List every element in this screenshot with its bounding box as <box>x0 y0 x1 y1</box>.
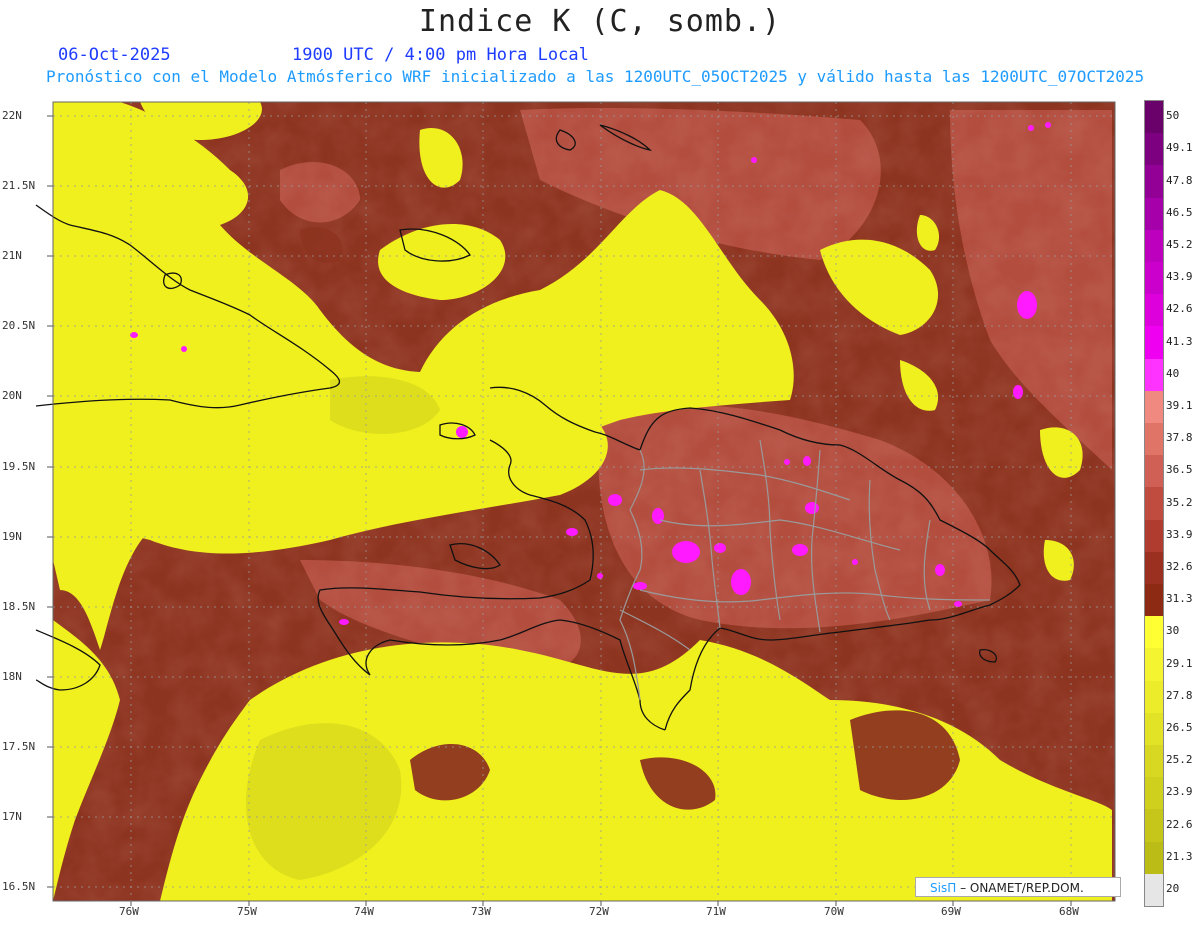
legend-swatch <box>1145 133 1163 166</box>
legend-swatch <box>1145 101 1163 134</box>
lon-label: 75W <box>237 905 257 918</box>
legend-swatch <box>1145 745 1163 778</box>
credit-brand: SisΠ <box>930 881 957 895</box>
lon-label: 76W <box>119 905 139 918</box>
legend-swatch <box>1145 809 1163 843</box>
lon-label: 69W <box>941 905 961 918</box>
legend-swatch <box>1145 584 1163 617</box>
legend-swatch <box>1145 229 1163 263</box>
legend-swatch <box>1145 390 1163 424</box>
legend-label: 33.9 <box>1166 527 1193 541</box>
legend-label: 23.9 <box>1166 785 1193 799</box>
legend-label: 35.2 <box>1166 495 1193 509</box>
legend-swatch <box>1145 841 1163 875</box>
legend-swatch <box>1145 616 1163 649</box>
credit-org: – ONAMET/REP.DOM. <box>960 881 1084 895</box>
legend-swatch <box>1145 551 1163 585</box>
legend-label: 39.1 <box>1166 398 1193 412</box>
lat-label: 20N <box>2 389 22 402</box>
legend-label: 25.2 <box>1166 753 1193 767</box>
lat-label: 17.5N <box>2 740 36 753</box>
lat-label: 21N <box>2 249 22 262</box>
lat-label: 18.5N <box>2 600 36 613</box>
legend-label: 37.8 <box>1166 431 1193 445</box>
legend-label: 41.3 <box>1166 334 1193 348</box>
legend-swatch <box>1145 358 1163 392</box>
legend-label: 31.3 <box>1166 592 1193 606</box>
legend-swatch <box>1145 455 1163 488</box>
forecast-map <box>35 101 1116 906</box>
legend-label: 30 <box>1166 624 1180 638</box>
legend-swatch <box>1145 326 1163 360</box>
credit-box: SisΠ – ONAMET/REP.DOM. <box>915 877 1121 897</box>
legend-label: 42.6 <box>1166 302 1193 316</box>
lon-label: 72W <box>589 905 609 918</box>
legend-label: 46.5 <box>1166 205 1193 219</box>
legend-label: 43.9 <box>1166 270 1193 284</box>
legend-swatch <box>1145 294 1163 327</box>
legend-label: 26.5 <box>1166 720 1193 734</box>
legend-label: 36.5 <box>1166 463 1193 477</box>
lat-label: 20.5N <box>2 319 36 332</box>
legend-swatch <box>1145 648 1163 682</box>
legend-label: 40 <box>1166 366 1180 380</box>
legend-label: 22.6 <box>1166 817 1193 831</box>
legend-label: 29.1 <box>1166 656 1193 670</box>
lon-label: 73W <box>471 905 491 918</box>
legend-swatch <box>1145 487 1163 521</box>
legend-swatch <box>1145 712 1163 746</box>
legend-label: 32.6 <box>1166 559 1193 573</box>
legend-label: 47.8 <box>1166 173 1193 187</box>
color-legend <box>1144 100 1164 907</box>
legend-swatch <box>1145 197 1163 231</box>
lat-label: 17N <box>2 810 22 823</box>
lat-label: 18N <box>2 670 22 683</box>
lon-label: 68W <box>1059 905 1079 918</box>
legend-label: 20 <box>1166 881 1180 895</box>
legend-swatch <box>1145 262 1163 295</box>
lat-label: 19.5N <box>2 460 36 473</box>
lon-label: 71W <box>706 905 726 918</box>
lat-label: 16.5N <box>2 880 36 893</box>
lat-label: 22N <box>2 109 22 122</box>
lon-label: 70W <box>824 905 844 918</box>
legend-swatch <box>1145 423 1163 456</box>
legend-label: 49.1 <box>1166 141 1193 155</box>
legend-label: 21.3 <box>1166 849 1193 863</box>
legend-swatch <box>1145 519 1163 553</box>
lon-label: 74W <box>354 905 374 918</box>
legend-label: 45.2 <box>1166 237 1193 251</box>
lat-label: 21.5N <box>2 179 36 192</box>
legend-label: 50 <box>1166 109 1180 123</box>
lat-label: 19N <box>2 530 22 543</box>
legend-swatch <box>1145 680 1163 714</box>
legend-swatch <box>1145 873 1163 907</box>
legend-swatch <box>1145 777 1163 810</box>
legend-swatch <box>1145 165 1163 199</box>
legend-label: 27.8 <box>1166 688 1193 702</box>
